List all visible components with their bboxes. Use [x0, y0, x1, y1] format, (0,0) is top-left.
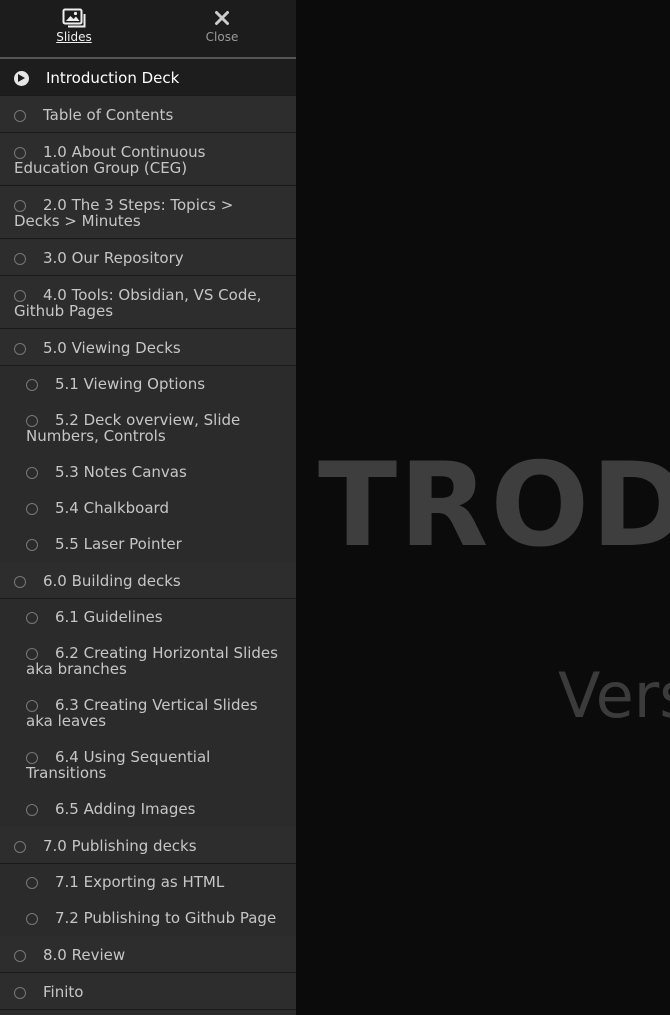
unvisited-circle-icon — [26, 648, 38, 660]
menu-item-title: 4.0 Tools: Obsidian, VS Code, Github Pag… — [14, 286, 262, 320]
menu-item-title: 6.4 Using Sequential Transitions — [26, 748, 211, 782]
menu-item[interactable]: 5.5 Laser Pointer — [0, 526, 296, 562]
menu-item[interactable]: 5.1 Viewing Options — [0, 366, 296, 402]
unvisited-circle-icon — [14, 200, 26, 212]
menu-item-title: 6.5 Adding Images — [55, 800, 196, 818]
menu-item-title: 3.0 Our Repository — [43, 249, 184, 267]
menu-item[interactable]: 6.2 Creating Horizontal Slides aka branc… — [0, 635, 296, 687]
menu-item[interactable]: Introduction Deck — [0, 59, 296, 96]
menu-item-title: 5.3 Notes Canvas — [55, 463, 187, 481]
unvisited-circle-icon — [14, 147, 26, 159]
menu-item-title: 5.5 Laser Pointer — [55, 535, 182, 553]
menu-item-title: 5.4 Chalkboard — [55, 499, 169, 517]
menu-item-title: 7.2 Publishing to Github Page — [55, 909, 277, 927]
menu-item[interactable]: 5.3 Notes Canvas — [0, 454, 296, 490]
unvisited-circle-icon — [26, 467, 38, 479]
menu-item-title: 6.3 Creating Vertical Slides aka leaves — [26, 696, 258, 730]
unvisited-circle-icon — [26, 752, 38, 764]
unvisited-circle-icon — [14, 290, 26, 302]
close-menu-label: Close — [205, 30, 239, 44]
menu-item-title: 7.0 Publishing decks — [43, 837, 197, 855]
menu-item[interactable]: 1.0 About Continuous Education Group (CE… — [0, 133, 296, 186]
menu-item-title: Finito — [43, 983, 84, 1001]
unvisited-circle-icon — [26, 539, 38, 551]
menu-item-title: 5.2 Deck overview, Slide Numbers, Contro… — [26, 411, 241, 445]
menu-item[interactable]: 3.0 Our Repository — [0, 239, 296, 276]
menu-item[interactable]: 6.4 Using Sequential Transitions — [0, 739, 296, 791]
menu-item[interactable]: 2.0 The 3 Steps: Topics > Decks > Minute… — [0, 186, 296, 239]
slide-title: TRODU — [318, 438, 670, 573]
menu-item[interactable]: 8.0 Review — [0, 936, 296, 973]
close-icon — [214, 7, 230, 28]
menu-item-title: 6.2 Creating Horizontal Slides aka branc… — [26, 644, 278, 678]
menu-item-title: 6.0 Building decks — [43, 572, 181, 590]
menu-item[interactable]: 5.4 Chalkboard — [0, 490, 296, 526]
unvisited-circle-icon — [14, 343, 26, 355]
unvisited-circle-icon — [26, 804, 38, 816]
unvisited-circle-icon — [26, 877, 38, 889]
images-icon — [62, 7, 86, 28]
unvisited-circle-icon — [26, 379, 38, 391]
unvisited-circle-icon — [14, 950, 26, 962]
unvisited-circle-icon — [14, 987, 26, 999]
menu-item-title: Table of Contents — [43, 106, 174, 124]
menu-item-title: 7.1 Exporting as HTML — [55, 873, 225, 891]
menu-item[interactable]: 7.1 Exporting as HTML — [0, 864, 296, 900]
menu-item[interactable]: Table of Contents — [0, 96, 296, 133]
unvisited-circle-icon — [14, 253, 26, 265]
menu-toolbar: Slides Close — [0, 0, 296, 59]
close-menu-button[interactable]: Close — [148, 0, 296, 57]
menu-item-title: 2.0 The 3 Steps: Topics > Decks > Minute… — [14, 196, 234, 230]
slide-list: Introduction Deck Table of Contents 1.0 Ab… — [0, 59, 296, 1010]
menu-item-title: Introduction Deck — [46, 69, 180, 87]
menu-item[interactable]: 6.5 Adding Images — [0, 791, 296, 827]
unvisited-circle-icon — [26, 700, 38, 712]
unvisited-circle-icon — [26, 415, 38, 427]
slides-tab-button[interactable]: Slides — [0, 0, 148, 57]
menu-item-title: 5.1 Viewing Options — [55, 375, 206, 393]
slide-subtitle: Vers — [558, 659, 670, 732]
menu-item[interactable]: 5.2 Deck overview, Slide Numbers, Contro… — [0, 402, 296, 454]
current-slide-arrow-icon — [14, 71, 29, 86]
menu-item[interactable]: 5.0 Viewing Decks — [0, 329, 296, 366]
slide-menu-panel: Slides Close Introduction Deck Table of C… — [0, 0, 296, 1015]
menu-item-title: 5.0 Viewing Decks — [43, 339, 181, 357]
menu-item-title: 6.1 Guidelines — [55, 608, 163, 626]
slides-tab-label: Slides — [56, 30, 92, 44]
menu-item[interactable]: 6.1 Guidelines — [0, 599, 296, 635]
unvisited-circle-icon — [14, 841, 26, 853]
menu-item[interactable]: 7.2 Publishing to Github Page — [0, 900, 296, 936]
menu-item[interactable]: Finito — [0, 973, 296, 1010]
menu-item[interactable]: 6.3 Creating Vertical Slides aka leaves — [0, 687, 296, 739]
menu-item[interactable]: 7.0 Publishing decks — [0, 827, 296, 864]
unvisited-circle-icon — [26, 503, 38, 515]
unvisited-circle-icon — [26, 612, 38, 624]
menu-item[interactable]: 6.0 Building decks — [0, 562, 296, 599]
menu-item[interactable]: 4.0 Tools: Obsidian, VS Code, Github Pag… — [0, 276, 296, 329]
menu-item-title: 8.0 Review — [43, 946, 126, 964]
unvisited-circle-icon — [14, 576, 26, 588]
menu-item-title: 1.0 About Continuous Education Group (CE… — [14, 143, 206, 177]
unvisited-circle-icon — [14, 110, 26, 122]
unvisited-circle-icon — [26, 913, 38, 925]
